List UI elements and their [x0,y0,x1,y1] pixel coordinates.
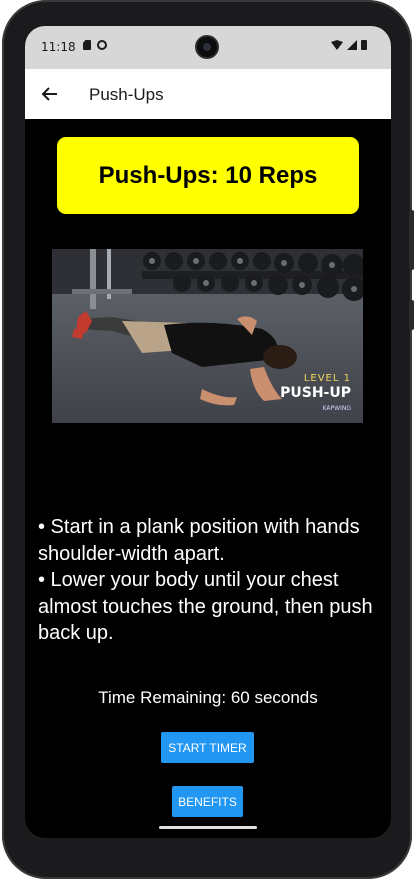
phone-frame: 11:18 Push-Ups Push-Ups: 10 Reps LEVEL 1… [2,0,414,879]
instruction-item: • Start in a plank position with hands s… [38,516,360,565]
status-time: 11:18 [41,40,76,54]
app-bar-title: Push-Ups [89,85,164,104]
timer-text: Time Remaining: 60 seconds [98,688,318,707]
front-camera [197,37,217,57]
benefits-button[interactable]: BENEFITS [172,786,243,817]
app-notification-icon [97,40,107,50]
instruction-item: • Lower your body until your chest almos… [38,569,373,644]
status-bar: 11:18 [25,26,391,69]
power-button [409,210,414,270]
start-timer-button[interactable]: START TIMER [161,732,254,763]
exercise-title-card: Push-Ups: 10 Reps [57,137,359,214]
screen: 11:18 Push-Ups Push-Ups: 10 Reps LEVEL 1… [25,26,391,838]
battery-icon [361,40,367,50]
signal-icon [347,40,357,50]
exercise-gif: LEVEL 1 PUSH-UP KAPWING [52,249,363,423]
home-indicator[interactable] [159,826,257,829]
exercise-title: Push-Ups: 10 Reps [98,161,318,189]
image-overlay-watermark: KAPWING [322,405,351,412]
wifi-icon [331,40,343,50]
sim-card-icon [83,40,91,50]
image-overlay-level: LEVEL 1 [303,373,351,384]
exercise-instructions: • Start in a plank position with hands s… [38,514,383,647]
volume-button [409,300,414,330]
status-right-icons [331,40,367,50]
status-left-icons [83,40,107,50]
image-overlay-title: PUSH-UP [280,385,351,401]
app-bar: Push-Ups [25,69,391,119]
back-arrow-icon[interactable] [37,81,63,107]
